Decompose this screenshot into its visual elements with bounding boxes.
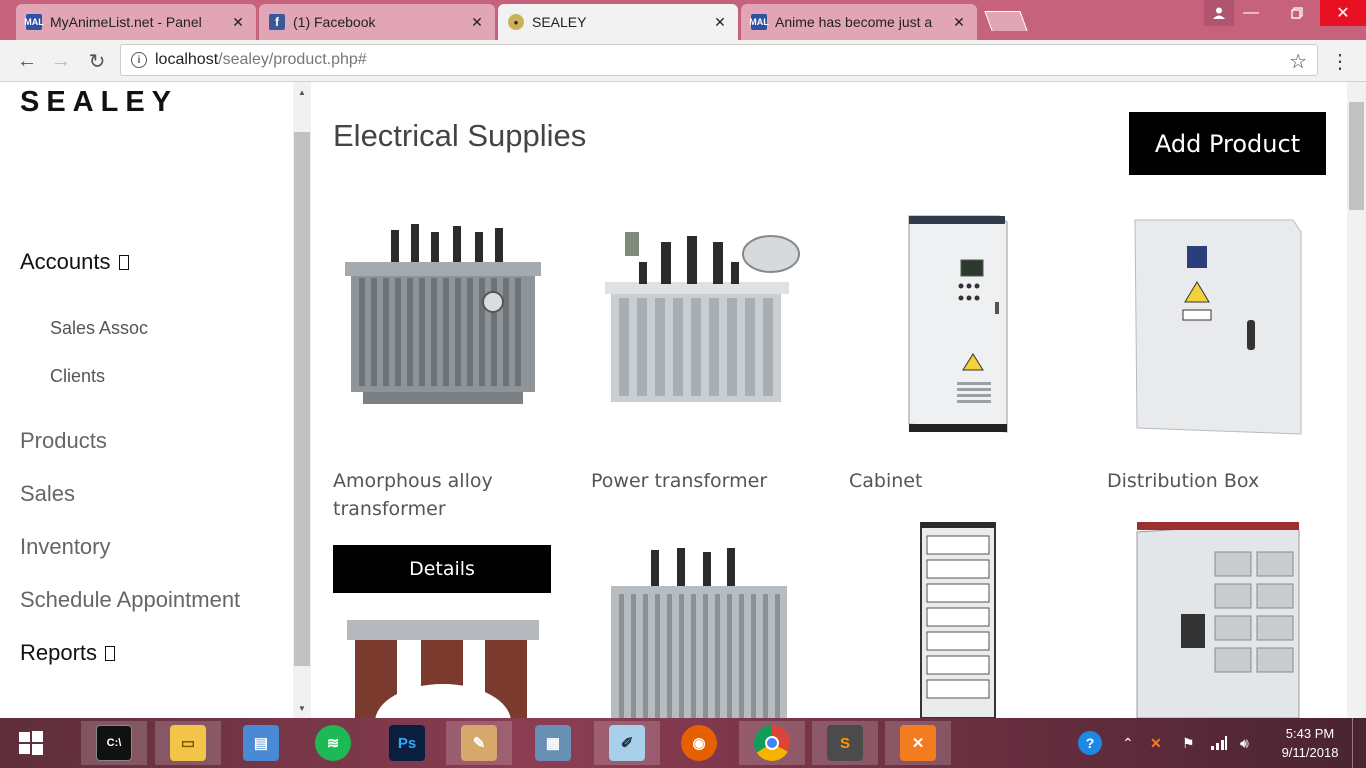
xampp-icon[interactable]: ✕ [885, 721, 951, 765]
page-viewport: SEALEY Accounts Sales Assoc Clients Prod… [0, 82, 1366, 718]
mal-icon: MAL [749, 14, 769, 30]
facebook-icon: f [269, 14, 285, 30]
tab-myanimelist[interactable]: MAL MyAnimeList.net - Panel ✕ [16, 4, 256, 40]
tab-anime[interactable]: MAL Anime has become just a ✕ [741, 4, 977, 40]
windows-taskbar: C:\ ▭ ▤ ≋ Ps ✎ ▦ ✐ ◉ S ✕ ? ⌃ ✕ ⚑ 🔊︎ 5:43… [0, 718, 1366, 768]
show-hidden-icons-icon[interactable]: ⌃ [1122, 718, 1134, 768]
new-tab-button[interactable] [984, 11, 1028, 31]
control-panel-icon[interactable]: ▤ [228, 721, 294, 765]
sidebar-item-reports[interactable]: Reports [20, 640, 116, 666]
browser-tabstrip: MAL MyAnimeList.net - Panel ✕ f (1) Face… [0, 0, 1366, 40]
sidebar-item-accounts[interactable]: Accounts [20, 249, 129, 275]
scrollbar-thumb[interactable] [294, 132, 310, 666]
tab-sealey[interactable]: ● SEALEY ✕ [498, 4, 738, 40]
sidebar: SEALEY Accounts Sales Assoc Clients Prod… [0, 82, 293, 718]
bookmark-star-icon[interactable]: ☆ [1289, 49, 1307, 74]
tab-title: (1) Facebook [293, 14, 376, 30]
sidebar-item-products[interactable]: Products [20, 428, 107, 454]
paint-icon[interactable]: ✎ [446, 721, 512, 765]
details-button[interactable]: Details [333, 545, 551, 593]
system-clock[interactable]: 5:43 PM 9/11/2018 [1270, 724, 1350, 762]
cmd-icon[interactable]: C:\ [81, 721, 147, 765]
sublime-text-icon[interactable]: S [812, 721, 878, 765]
scroll-down-icon[interactable]: ▼ [293, 700, 311, 716]
restore-icon[interactable] [1274, 0, 1320, 26]
reload-icon[interactable]: ↻ [84, 48, 110, 74]
mal-icon: MAL [24, 14, 44, 30]
product-name: Distribution Box [1107, 470, 1260, 492]
cabinet-icon[interactable] [849, 522, 1069, 718]
tab-title: MyAnimeList.net - Panel [50, 14, 202, 30]
sidebar-item-label: Reports [20, 640, 98, 665]
url-path: /sealey/product.php# [218, 51, 367, 68]
url-host: localhost [155, 51, 219, 68]
transformer-icon[interactable] [333, 202, 553, 436]
clock-date: 9/11/2018 [1281, 745, 1339, 760]
show-desktop-button[interactable] [1352, 718, 1366, 768]
dropdown-caret-icon [118, 255, 129, 270]
sidebar-scrollbar[interactable]: ▲ ▼ [293, 82, 311, 718]
sidebar-item-clients[interactable]: Clients [50, 366, 105, 387]
sidebar-item-label: Accounts [20, 249, 111, 274]
product-name: Cabinet [849, 470, 923, 492]
info-icon[interactable]: i [131, 52, 147, 68]
sidebar-item-schedule-appointment[interactable]: Schedule Appointment [20, 587, 240, 613]
file-explorer-icon[interactable]: ▭ [155, 721, 221, 765]
add-product-button[interactable]: Add Product [1129, 112, 1326, 175]
notepad-icon[interactable]: ✐ [594, 721, 660, 765]
transformer-icon[interactable] [591, 202, 811, 436]
browser-menu-icon[interactable]: ⋮ [1330, 48, 1350, 74]
transformer-icon[interactable] [591, 534, 811, 718]
tab-close-icon[interactable]: ✕ [951, 14, 967, 31]
tab-close-icon[interactable]: ✕ [469, 14, 485, 31]
forward-arrow-icon[interactable]: → [48, 48, 74, 74]
sealey-icon: ● [508, 14, 524, 30]
clock-time: 5:43 PM [1285, 726, 1335, 741]
calculator-icon[interactable]: ▦ [520, 721, 586, 765]
browser-toolbar: ← → ↻ i localhost/sealey/product.php# ☆ … [0, 40, 1366, 82]
tab-title: SEALEY [532, 14, 587, 30]
scrollbar-thumb[interactable] [1349, 102, 1364, 210]
address-bar[interactable]: i localhost/sealey/product.php# ☆ [120, 44, 1318, 76]
brand-logo[interactable]: SEALEY [20, 86, 178, 119]
help-icon[interactable]: ? [1078, 718, 1102, 768]
dropdown-caret-icon [105, 646, 116, 661]
product-name: Power transformer [591, 470, 768, 492]
back-arrow-icon[interactable]: ← [14, 48, 40, 74]
page-title: Electrical Supplies [333, 118, 587, 153]
product-name: Amorphous alloy transformer [333, 470, 493, 520]
chrome-icon[interactable] [739, 721, 805, 765]
photoshop-icon[interactable]: Ps [374, 721, 440, 765]
flag-icon[interactable]: ⚑ [1182, 718, 1195, 768]
network-icon[interactable] [1210, 718, 1228, 768]
sidebar-item-sales[interactable]: Sales [20, 481, 75, 507]
spotify-icon[interactable]: ≋ [300, 721, 366, 765]
tab-close-icon[interactable]: ✕ [230, 14, 246, 31]
distribution-box-icon[interactable] [1107, 522, 1327, 718]
main-content: Electrical Supplies Add Product Amorphou… [311, 82, 1347, 718]
windows-start-icon[interactable] [0, 721, 62, 765]
firefox-icon[interactable]: ◉ [666, 721, 732, 765]
sidebar-item-sales-assoc[interactable]: Sales Assoc [50, 318, 148, 339]
minimize-icon[interactable]: — [1228, 0, 1274, 26]
cabinet-icon[interactable] [849, 202, 1069, 436]
xampp-tray-icon[interactable]: ✕ [1150, 718, 1162, 768]
sidebar-item-inventory[interactable]: Inventory [20, 534, 111, 560]
transformer-icon[interactable] [333, 612, 553, 718]
tab-facebook[interactable]: f (1) Facebook ✕ [259, 4, 495, 40]
scroll-up-icon[interactable]: ▲ [293, 84, 311, 100]
tab-close-icon[interactable]: ✕ [712, 14, 728, 31]
page-scrollbar[interactable] [1347, 82, 1366, 718]
close-window-icon[interactable]: ✕ [1320, 0, 1366, 26]
tab-title: Anime has become just a [775, 14, 933, 30]
distribution-box-icon[interactable] [1107, 202, 1327, 436]
volume-icon[interactable]: 🔊︎ [1240, 718, 1249, 768]
